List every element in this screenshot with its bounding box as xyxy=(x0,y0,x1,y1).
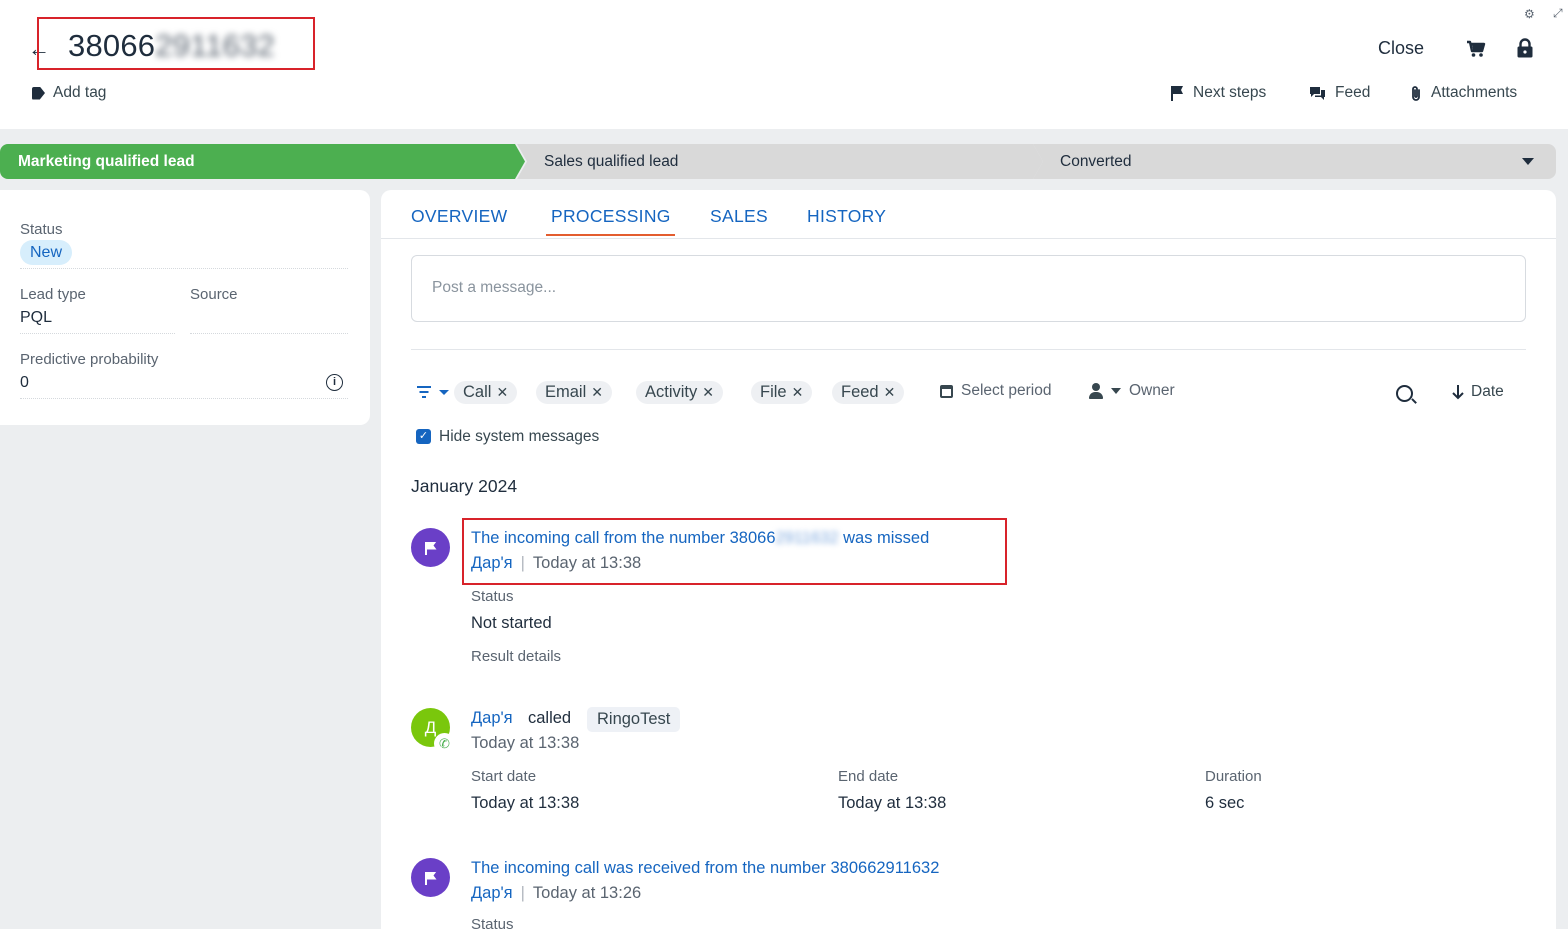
close-icon[interactable]: ✕ xyxy=(702,381,714,404)
divider xyxy=(20,268,348,269)
call-target-chip[interactable]: RingoTest xyxy=(587,707,681,732)
info-icon[interactable]: i xyxy=(326,374,343,391)
task-avatar xyxy=(411,858,450,897)
page-title: 380662911632 xyxy=(68,28,276,63)
duration-label: Duration xyxy=(1205,768,1262,785)
result-details-label: Result details xyxy=(471,648,562,665)
entry-title-link[interactable]: The incoming call from the number 380662… xyxy=(471,529,929,548)
lead-type-label: Lead type xyxy=(20,286,86,303)
settings-icon[interactable]: ⚙ xyxy=(1524,7,1535,21)
expand-icon[interactable]: ⤢ xyxy=(1553,6,1563,21)
close-button[interactable]: Close xyxy=(1378,38,1424,59)
person-icon xyxy=(1089,383,1103,399)
status-label: Status xyxy=(20,221,63,238)
call-action-text: called xyxy=(528,709,572,727)
tab-overview[interactable]: OVERVIEW xyxy=(411,206,507,227)
author-link[interactable]: Дар'я xyxy=(471,884,513,902)
duration-value: 6 sec xyxy=(1205,794,1245,812)
close-icon[interactable]: ✕ xyxy=(792,381,804,404)
filter-chip-call[interactable]: Call ✕ xyxy=(454,381,518,404)
title-redacted: 2911632 xyxy=(155,28,276,63)
feed-button[interactable]: Feed xyxy=(1309,84,1370,102)
chevron-down-icon[interactable] xyxy=(1522,158,1534,165)
entry-title-link[interactable]: The incoming call was received from the … xyxy=(471,859,939,878)
entry-meta: Дар'я | Today at 13:38 xyxy=(471,554,642,572)
select-period-button[interactable]: Select period xyxy=(940,382,1051,400)
flag-icon xyxy=(424,871,437,885)
filter-chip-file[interactable]: File ✕ xyxy=(751,381,813,404)
add-tag-button[interactable]: Add tag xyxy=(32,84,106,102)
stage-sales-qualified[interactable]: Sales qualified lead xyxy=(517,144,1043,179)
active-tab-indicator xyxy=(546,234,675,236)
stage-marketing-qualified[interactable]: Marketing qualified lead xyxy=(0,144,525,179)
filter-icon[interactable] xyxy=(416,384,450,400)
number-redacted: 2911632 xyxy=(775,529,839,547)
filter-chip-activity[interactable]: Activity ✕ xyxy=(636,381,723,404)
flag-icon xyxy=(424,541,437,555)
flag-icon xyxy=(1171,86,1183,101)
arrow-down-icon xyxy=(1452,385,1464,400)
entry-status-label: Status xyxy=(471,588,514,605)
entry-time: Today at 13:38 xyxy=(471,734,580,752)
author-link[interactable]: Дар'я xyxy=(471,554,513,572)
entry-meta: Дар'я | Today at 13:26 xyxy=(471,884,642,902)
next-steps-button[interactable]: Next steps xyxy=(1170,84,1266,102)
tag-icon xyxy=(32,86,45,100)
timeline-month: January 2024 xyxy=(411,476,518,496)
hide-system-messages-checkbox[interactable]: ✓ xyxy=(416,429,431,444)
chevron-down-icon xyxy=(1111,388,1121,394)
end-date-value: Today at 13:38 xyxy=(838,794,947,812)
calendar-icon xyxy=(940,384,953,398)
divider xyxy=(20,398,348,399)
divider xyxy=(411,349,1526,350)
lead-type-value[interactable]: PQL xyxy=(20,309,52,327)
start-date-value: Today at 13:38 xyxy=(471,794,580,812)
task-avatar xyxy=(411,528,450,567)
owner-filter[interactable]: Owner xyxy=(1089,382,1175,400)
attachments-button[interactable]: Attachments xyxy=(1410,84,1517,102)
tab-processing[interactable]: PROCESSING xyxy=(551,206,671,227)
stage-converted[interactable]: Converted xyxy=(1033,144,1556,179)
lock-icon[interactable] xyxy=(1516,38,1534,58)
cart-icon[interactable] xyxy=(1466,40,1486,58)
filter-chip-feed[interactable]: Feed ✕ xyxy=(832,381,905,404)
status-badge[interactable]: New xyxy=(20,240,73,265)
search-icon[interactable] xyxy=(1396,385,1413,402)
entry-status-label: Status xyxy=(471,916,514,929)
predictive-probability-value[interactable]: 0 xyxy=(20,374,29,392)
start-date-label: Start date xyxy=(471,768,537,785)
entry-status-value: Not started xyxy=(471,614,552,632)
chat-bubbles-icon xyxy=(1310,86,1325,100)
divider xyxy=(20,333,175,334)
hide-system-messages-label[interactable]: Hide system messages xyxy=(439,428,599,446)
filter-chip-email[interactable]: Email ✕ xyxy=(536,381,612,404)
paperclip-icon xyxy=(1412,85,1420,101)
close-icon[interactable]: ✕ xyxy=(884,381,896,404)
date-sort-button[interactable]: Date xyxy=(1452,383,1504,401)
tabs-divider xyxy=(381,238,1556,239)
source-label: Source xyxy=(190,286,238,303)
predictive-probability-label: Predictive probability xyxy=(20,351,159,368)
phone-icon: ✆ xyxy=(434,733,455,754)
tab-sales[interactable]: SALES xyxy=(710,206,768,227)
post-message-input[interactable]: Post a message... xyxy=(411,255,1526,322)
close-icon[interactable]: ✕ xyxy=(591,381,603,404)
tab-history[interactable]: HISTORY xyxy=(807,206,886,227)
author-link[interactable]: Дар'я xyxy=(471,709,513,728)
close-icon[interactable]: ✕ xyxy=(496,381,508,404)
divider xyxy=(190,333,348,334)
end-date-label: End date xyxy=(838,768,899,785)
